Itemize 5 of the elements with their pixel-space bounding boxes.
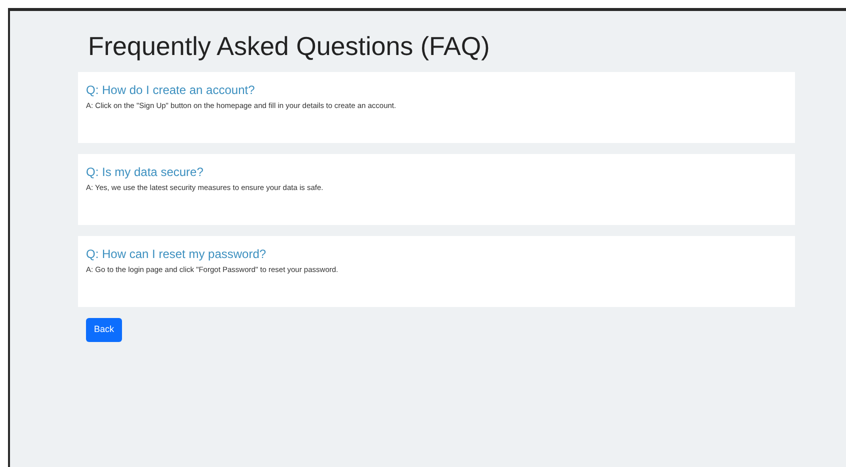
back-button[interactable]: Back — [86, 318, 122, 342]
faq-question: Q: How do I create an account? — [86, 82, 256, 98]
page-title: Frequently Asked Questions (FAQ) — [88, 30, 491, 63]
faq-question: Q: Is my data secure? — [86, 164, 204, 180]
faq-question: Q: How can I reset my password? — [86, 246, 268, 262]
